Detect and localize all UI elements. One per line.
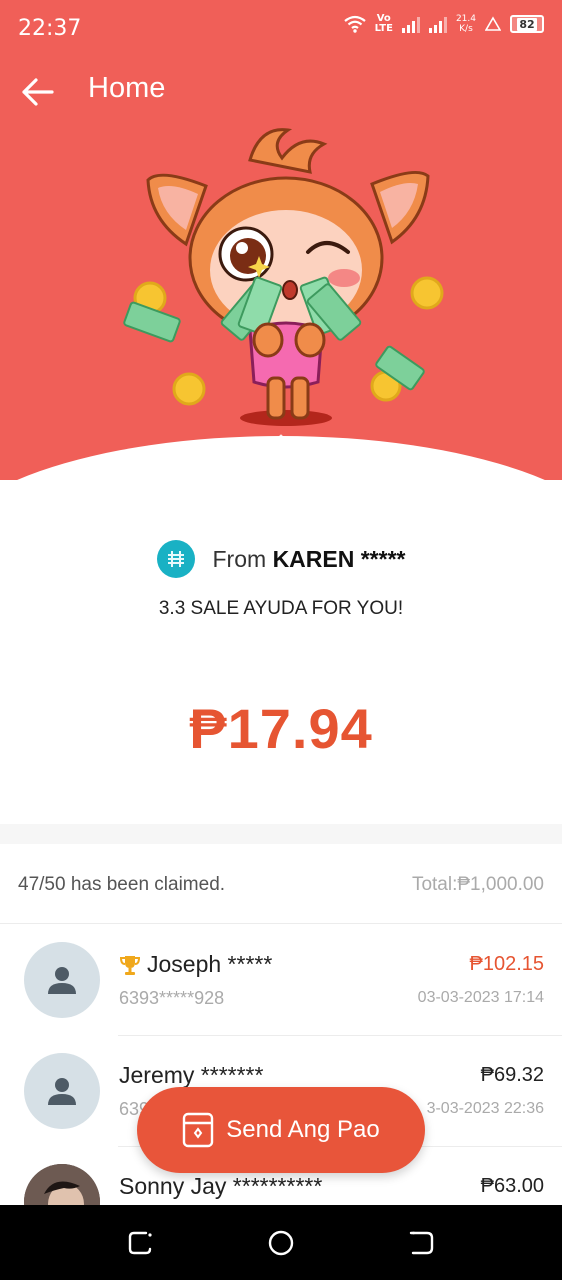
- list-item[interactable]: Joseph ***** 6393*****928 ₱102.15 03-03-…: [0, 925, 562, 1036]
- recent-apps-icon[interactable]: [124, 1227, 156, 1259]
- claimant-date: 3-03-2023 22:36: [426, 1100, 544, 1117]
- received-amount: ₱17.94: [189, 697, 373, 760]
- claimant-name-text: Sonny Jay **********: [119, 1173, 323, 1199]
- claimant-name-text: Joseph *****: [147, 951, 273, 977]
- sender-label: From KAREN *****: [213, 546, 406, 573]
- home-icon[interactable]: [265, 1227, 297, 1259]
- volte-indicator: Vo LTE: [374, 13, 393, 34]
- claimant-name: Joseph *****: [119, 951, 272, 978]
- sender-row: From KAREN *****: [0, 538, 562, 580]
- claimant-name-text: Jeremy *******: [119, 1062, 264, 1088]
- claimant-amount: ₱63.00: [480, 1175, 544, 1197]
- send-ang-pao-button[interactable]: Send Ang Pao: [137, 1087, 425, 1173]
- avatar: [24, 1053, 100, 1129]
- hero-banner: 22:37 Vo LTE 21.4 K/s 82 Home: [0, 0, 562, 480]
- hero-curve: [0, 436, 562, 480]
- claimant-name: Jeremy *******: [119, 1062, 263, 1089]
- sender-prefix: From: [212, 545, 267, 572]
- claimant-amount: ₱69.32: [480, 1064, 544, 1086]
- avatar: [24, 942, 100, 1018]
- claimant-phone: 6393*****928: [119, 988, 225, 1008]
- ang-pao-icon: [183, 1112, 214, 1148]
- default-avatar-icon: [48, 1078, 76, 1105]
- battery-level: 82: [517, 17, 537, 31]
- page-title: Home: [88, 72, 166, 104]
- status-bar: 22:37 Vo LTE 21.4 K/s 82: [0, 0, 562, 56]
- status-icons: Vo LTE 21.4 K/s 82: [343, 13, 544, 34]
- claimant-name: Sonny Jay **********: [119, 1173, 322, 1200]
- greeting-message: 3.3 SALE AYUDA FOR YOU!: [158, 598, 404, 619]
- claimant-amount: ₱102.15: [469, 953, 544, 975]
- signal-strength-2-icon: [428, 15, 447, 33]
- claimant-date: 03-03-2023 17:14: [417, 989, 544, 1006]
- status-time: 22:37: [18, 16, 82, 41]
- sender-logo-icon: [156, 540, 195, 578]
- sender-name: KAREN *****: [272, 545, 406, 572]
- claim-summary: 47/50 has been claimed. Total:₱1,000.00: [0, 844, 562, 924]
- mascot-illustration: [123, 128, 444, 426]
- claimed-count: 47/50 has been claimed.: [18, 874, 226, 895]
- signal-strength-icon: [401, 15, 420, 33]
- default-avatar-icon: [48, 967, 76, 994]
- system-nav-bar: [0, 1205, 562, 1280]
- section-divider: [0, 824, 562, 844]
- back-icon[interactable]: [405, 1227, 437, 1259]
- total-amount: Total:₱1,000.00: [411, 874, 544, 895]
- trophy-icon: [119, 955, 141, 975]
- wifi-icon: [343, 15, 366, 33]
- back-arrow-icon[interactable]: [18, 72, 58, 112]
- send-button-label: Send Ang Pao: [226, 1116, 380, 1143]
- battery-indicator: 82: [510, 15, 544, 33]
- network-speed: 21.4 K/s: [455, 14, 476, 34]
- warning-flask-icon: [485, 16, 501, 31]
